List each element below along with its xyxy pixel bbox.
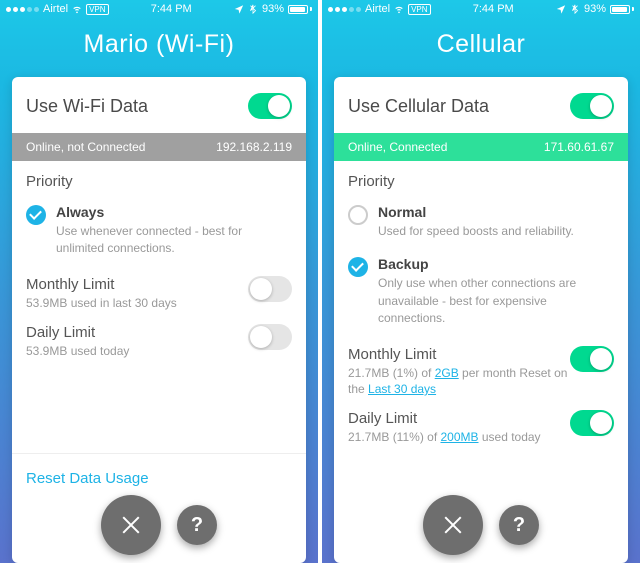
carrier-label: Airtel — [43, 3, 68, 15]
monthly-quota-link[interactable]: 2GB — [435, 366, 459, 380]
status-time: 7:44 PM — [151, 3, 192, 15]
priority-option-normal[interactable]: Normal Used for speed boosts and reliabi… — [334, 198, 628, 250]
signal-dots-icon — [328, 7, 361, 12]
battery-pct: 93% — [584, 3, 606, 15]
close-button[interactable] — [423, 495, 483, 555]
bluetooth-icon — [570, 4, 580, 14]
daily-sub: 53.9MB used today — [26, 343, 248, 360]
priority-desc: Used for speed boosts and reliability. — [378, 223, 614, 240]
card-title: Use Cellular Data — [348, 96, 489, 117]
daily-quota-link[interactable]: 200MB — [440, 430, 478, 444]
priority-title: Normal — [378, 204, 614, 220]
ip-address: 171.60.61.67 — [544, 140, 614, 154]
status-time: 7:44 PM — [473, 3, 514, 15]
status-text: Online, not Connected — [26, 140, 145, 154]
battery-icon — [288, 5, 312, 14]
bluetooth-icon — [248, 4, 258, 14]
help-button[interactable]: ? — [499, 505, 539, 545]
daily-sub: 21.7MB (11%) of 200MB used today — [348, 429, 570, 446]
use-data-toggle[interactable] — [248, 93, 292, 119]
monthly-limit-row: Monthly Limit 21.7MB (1%) of 2GB per mon… — [334, 338, 628, 403]
page-title: Cellular — [322, 18, 640, 77]
priority-desc: Only use when other connections are unav… — [378, 275, 614, 327]
page-title: Mario (Wi-Fi) — [0, 18, 318, 77]
priority-label: Priority — [12, 161, 306, 198]
monthly-reset-link[interactable]: Last 30 days — [368, 382, 436, 396]
status-text: Online, Connected — [348, 140, 447, 154]
close-icon — [442, 514, 464, 536]
status-bar: Airtel VPN 7:44 PM 93% — [322, 0, 640, 18]
daily-limit-toggle[interactable] — [248, 324, 292, 350]
connection-status: Online, Connected 171.60.61.67 — [334, 133, 628, 161]
battery-pct: 93% — [262, 3, 284, 15]
monthly-limit-toggle[interactable] — [248, 276, 292, 302]
priority-option-backup[interactable]: Backup Only use when other connections a… — [334, 250, 628, 337]
priority-option-always[interactable]: Always Use whenever connected - best for… — [12, 198, 306, 268]
carrier-label: Airtel — [365, 3, 390, 15]
monthly-title: Monthly Limit — [26, 276, 248, 293]
daily-title: Daily Limit — [26, 324, 248, 341]
vpn-badge: VPN — [408, 4, 430, 15]
phone-cellular: Airtel VPN 7:44 PM 93% Cellular Use Cell… — [322, 0, 640, 563]
card-title: Use Wi-Fi Data — [26, 96, 148, 117]
ip-address: 192.168.2.119 — [216, 140, 292, 154]
wifi-icon — [72, 4, 82, 14]
battery-icon — [610, 5, 634, 14]
monthly-limit-row: Monthly Limit 53.9MB used in last 30 day… — [12, 268, 306, 316]
monthly-limit-toggle[interactable] — [570, 346, 614, 372]
status-bar: Airtel VPN 7:44 PM 93% — [0, 0, 318, 18]
close-icon — [120, 514, 142, 536]
use-data-toggle[interactable] — [570, 93, 614, 119]
connection-status: Online, not Connected 192.168.2.119 — [12, 133, 306, 161]
priority-desc: Use whenever connected - best for unlimi… — [56, 223, 292, 258]
daily-limit-toggle[interactable] — [570, 410, 614, 436]
monthly-sub: 21.7MB (1%) of 2GB per month Reset on th… — [348, 365, 570, 399]
priority-title: Backup — [378, 256, 614, 272]
radio-checked-icon — [348, 257, 368, 277]
monthly-sub: 53.9MB used in last 30 days — [26, 295, 248, 312]
signal-dots-icon — [6, 7, 39, 12]
close-button[interactable] — [101, 495, 161, 555]
settings-card: Use Wi-Fi Data Online, not Connected 192… — [12, 77, 306, 563]
settings-card: Use Cellular Data Online, Connected 171.… — [334, 77, 628, 563]
daily-limit-row: Daily Limit 21.7MB (11%) of 200MB used t… — [334, 402, 628, 450]
wifi-icon — [394, 4, 404, 14]
daily-title: Daily Limit — [348, 410, 570, 427]
priority-label: Priority — [334, 161, 628, 198]
location-icon — [556, 4, 566, 14]
priority-title: Always — [56, 204, 292, 220]
help-button[interactable]: ? — [177, 505, 217, 545]
radio-unchecked-icon — [348, 205, 368, 225]
daily-limit-row: Daily Limit 53.9MB used today — [12, 316, 306, 364]
radio-checked-icon — [26, 205, 46, 225]
vpn-badge: VPN — [86, 4, 108, 15]
monthly-title: Monthly Limit — [348, 346, 570, 363]
location-icon — [234, 4, 244, 14]
phone-wifi: Airtel VPN 7:44 PM 93% Mario (Wi-Fi) Use… — [0, 0, 318, 563]
